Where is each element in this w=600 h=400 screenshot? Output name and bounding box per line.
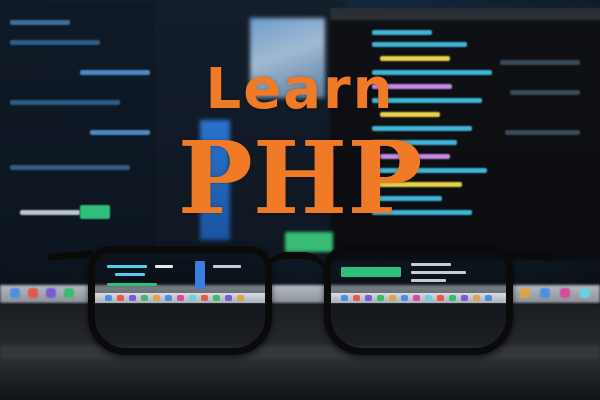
dock-icon: [580, 288, 590, 298]
title-php: PHP: [177, 119, 423, 237]
code-line: [372, 42, 467, 47]
title-learn: Learn: [205, 57, 395, 122]
glasses-bridge: [264, 252, 326, 275]
dock-icon: [560, 288, 570, 298]
code-line: [10, 40, 100, 45]
dock-icon: [10, 288, 20, 298]
eyeglasses: [47, 238, 554, 355]
code-line: [372, 30, 432, 35]
code-line: [10, 20, 70, 25]
dock-icon: [540, 288, 550, 298]
dock-icon: [46, 288, 56, 298]
right-monitor-frame: [330, 8, 600, 20]
dock-icon: [28, 288, 38, 298]
right-lens: [324, 246, 513, 355]
left-lens: [88, 246, 272, 355]
